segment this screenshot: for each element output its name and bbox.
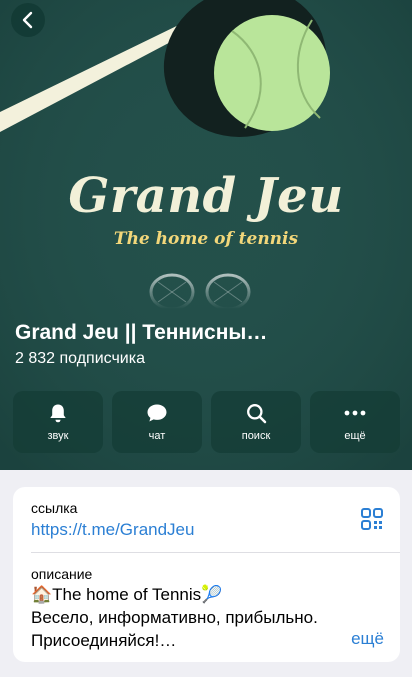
description-line-3: Присоединяйся!… [31, 631, 177, 650]
action-buttons: звук чат поиск ещё [13, 391, 400, 453]
info-divider [31, 552, 400, 553]
cover-logo-title: Grand Jeu [68, 168, 344, 224]
description-more-link[interactable]: ещё [351, 629, 384, 649]
mute-button-label: звук [47, 430, 69, 442]
description-line-1: 🏠The home of Tennis🎾 [31, 585, 223, 604]
chevron-left-icon [22, 11, 33, 29]
search-button-label: поиск [241, 430, 271, 442]
search-icon [245, 402, 267, 424]
mute-button[interactable]: звук [13, 391, 103, 453]
channel-header: Grand Jeu The home of tennis Grand Jeu |… [0, 0, 412, 470]
search-button[interactable]: поиск [211, 391, 301, 453]
cover-logo-subtitle: The home of tennis [113, 229, 299, 249]
channel-description: 🏠The home of Tennis🎾 Весело, информативн… [31, 583, 376, 652]
description-label: описание [31, 566, 93, 582]
qr-code-icon[interactable] [360, 507, 384, 531]
more-dots-icon [344, 402, 366, 424]
back-button[interactable] [11, 3, 45, 37]
subscriber-count: 2 832 подписчика [15, 350, 145, 367]
link-label: ссылка [31, 500, 78, 516]
description-line-2: Весело, информативно, прибыльно. [31, 608, 318, 627]
chat-bubble-icon [146, 402, 168, 424]
bell-icon [47, 402, 69, 424]
more-button-label: ещё [344, 430, 366, 442]
chat-button-label: чат [148, 430, 166, 442]
channel-title: Grand Jeu || Теннисны… [15, 321, 268, 344]
channel-info-card: ссылка https://t.me/GrandJeu описание 🏠T… [13, 487, 400, 662]
tennis-ball-icon [214, 15, 330, 131]
chat-button[interactable]: чат [112, 391, 202, 453]
channel-link[interactable]: https://t.me/GrandJeu [31, 520, 194, 540]
more-button[interactable]: ещё [310, 391, 400, 453]
